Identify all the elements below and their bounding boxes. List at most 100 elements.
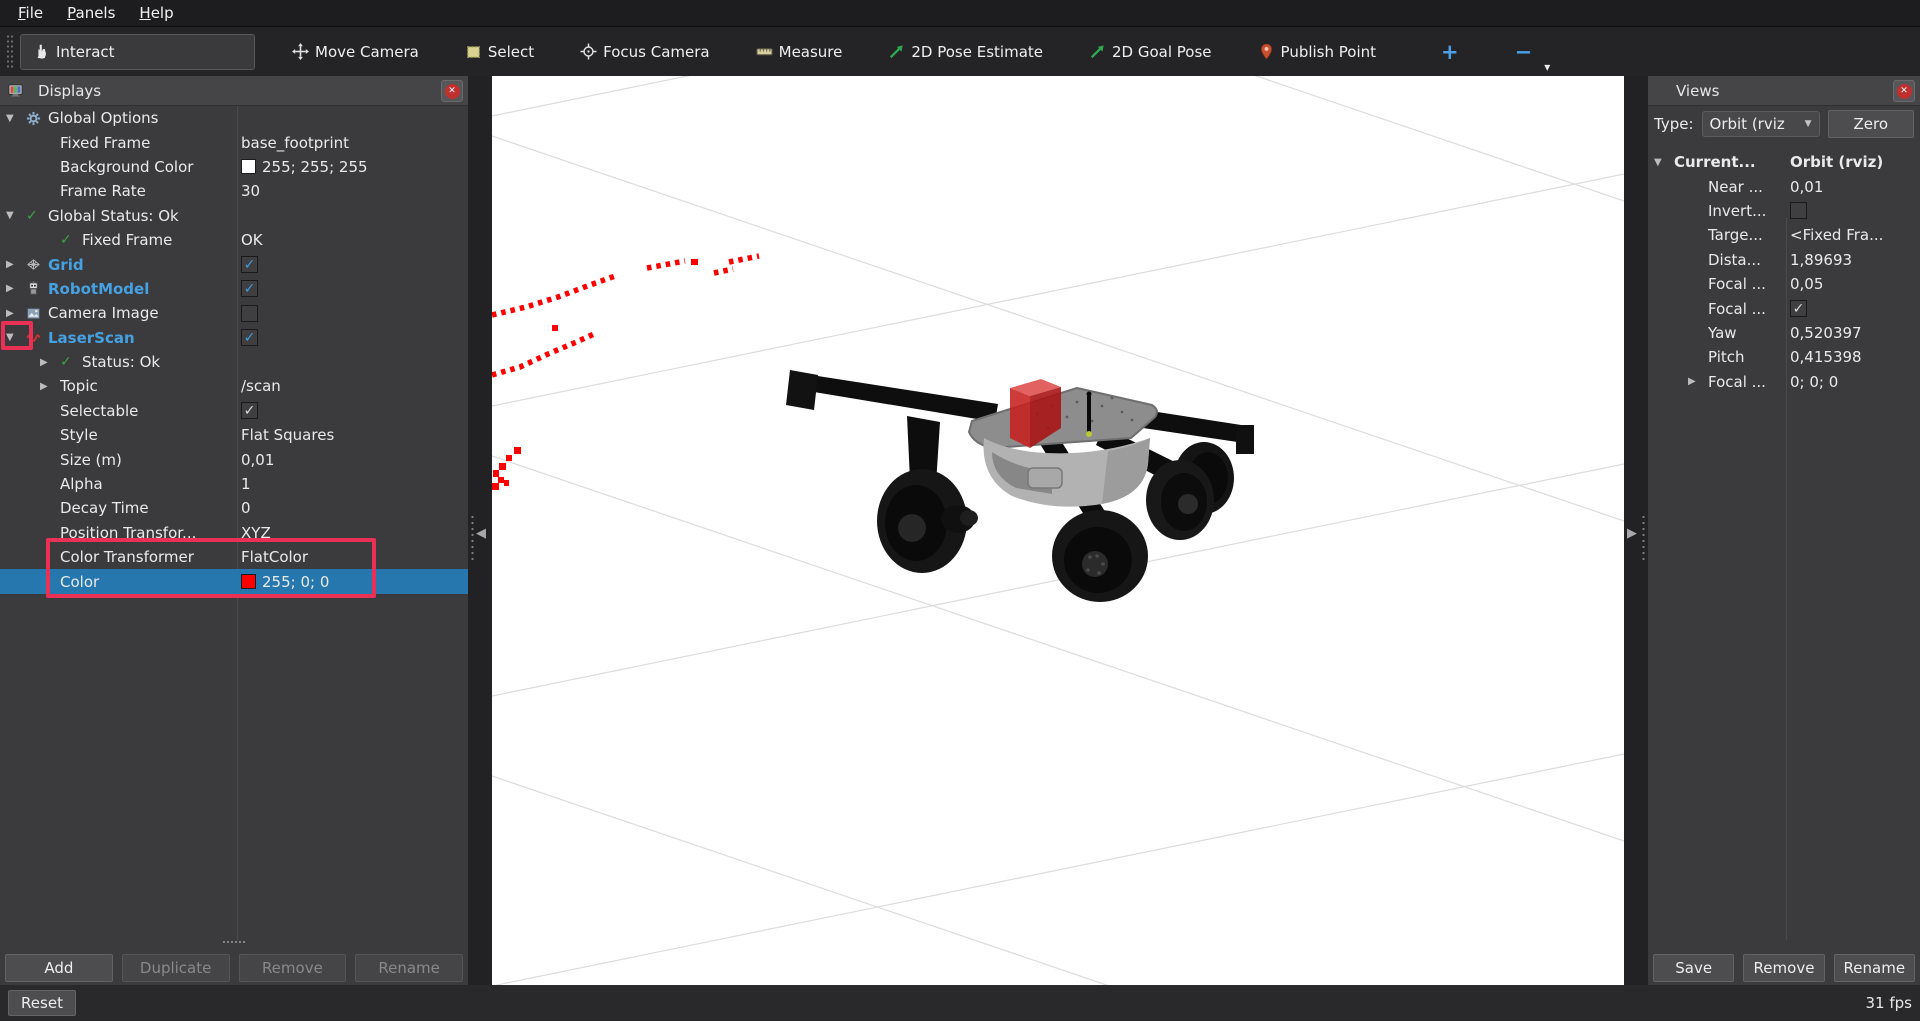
toolbar-drag-handle[interactable]	[6, 34, 14, 70]
menu-file[interactable]: File	[8, 2, 53, 24]
right-splitter[interactable]: ▶	[1624, 76, 1648, 985]
checkbox[interactable]	[241, 305, 258, 322]
collapse-arrow-icon[interactable]: ▶	[6, 259, 26, 270]
displays-duplicate-button: Duplicate	[122, 954, 230, 982]
checkbox[interactable]: ✓	[241, 402, 258, 419]
views-row-pitch[interactable]: Pitch0,415398	[1648, 345, 1920, 369]
zero-button[interactable]: Zero	[1828, 110, 1914, 138]
green-arrow-icon	[888, 43, 905, 60]
property-value: 0,415398	[1790, 348, 1862, 366]
displays-row-color-transformer[interactable]: Color TransformerFlatColor	[0, 545, 468, 569]
views-row-invert-z-axis[interactable]: Invert...	[1648, 199, 1920, 223]
property-value-cell: 30	[237, 182, 468, 200]
property-value: Orbit (rviz)	[1790, 153, 1883, 171]
displays-row-size-m[interactable]: Size (m)0,01	[0, 447, 468, 471]
displays-row-global-status[interactable]: ▼✓Global Status: Ok	[0, 204, 468, 228]
3d-viewport[interactable]	[492, 76, 1624, 985]
views-close-button[interactable]: ✕	[1893, 80, 1915, 102]
expand-arrow-icon[interactable]: ▼	[6, 210, 26, 221]
rviz-window: FilePanelsHelp Interact Move Camera Select…	[0, 0, 1920, 1021]
displays-row-color[interactable]: Color255; 0; 0	[0, 569, 468, 593]
displays-close-button[interactable]: ✕	[441, 80, 463, 102]
displays-row-frame-rate[interactable]: Frame Rate30	[0, 179, 468, 203]
grid-icon	[26, 257, 48, 272]
property-value: 0,01	[1790, 178, 1823, 196]
displays-row-background-color[interactable]: Background Color255; 255; 255	[0, 155, 468, 179]
select-icon	[465, 43, 482, 60]
displays-resize-handle[interactable]	[222, 940, 246, 945]
collapse-arrow-icon[interactable]: ▶	[40, 357, 60, 368]
reset-button[interactable]: Reset	[8, 990, 76, 1016]
displays-row-alpha[interactable]: Alpha1	[0, 472, 468, 496]
property-value-cell: ✓	[237, 329, 468, 346]
tool-focus-camera[interactable]: Focus Camera	[567, 34, 722, 70]
property-value: 0,520397	[1790, 324, 1862, 342]
tool-label: Select	[488, 43, 534, 61]
tool-2d-pose-estimate[interactable]: 2D Pose Estimate	[875, 34, 1056, 70]
displays-row-global-options[interactable]: ▼ Global Options	[0, 106, 468, 130]
collapse-arrow-icon[interactable]: ▶	[6, 308, 26, 319]
views-row-focal-shape-size[interactable]: Focal ...0,05	[1648, 272, 1920, 296]
checkbox[interactable]	[1790, 202, 1807, 219]
views-row-focal-point[interactable]: ▶Focal ...0; 0; 0	[1648, 370, 1920, 394]
color-swatch[interactable]	[241, 159, 256, 174]
views-row-target-frame[interactable]: Targe...<Fixed Fra...	[1648, 223, 1920, 247]
property-value: OK	[241, 231, 263, 249]
splitter-grip[interactable]	[1641, 514, 1646, 562]
menu-panels[interactable]: Panels	[57, 2, 125, 24]
collapse-arrow-icon[interactable]: ▶	[6, 283, 26, 294]
displays-row-selectable[interactable]: Selectable✓	[0, 399, 468, 423]
views-remove-button[interactable]: Remove	[1743, 954, 1824, 982]
tool-move-camera[interactable]: Move Camera	[279, 34, 432, 70]
displays-row-style[interactable]: StyleFlat Squares	[0, 423, 468, 447]
tool-2d-goal-pose[interactable]: 2D Goal Pose	[1076, 34, 1225, 70]
displays-row-fixed-frame[interactable]: Fixed Framebase_footprint	[0, 130, 468, 154]
tool-select[interactable]: Select	[452, 34, 547, 70]
displays-row-laser-status[interactable]: ▶✓Status: Ok	[0, 350, 468, 374]
splitter-grip[interactable]	[470, 514, 475, 562]
views-row-yaw[interactable]: Yaw0,520397	[1648, 321, 1920, 345]
displays-row-fixed-frame-status[interactable]: ✓Fixed FrameOK	[0, 228, 468, 252]
displays-row-decay-time[interactable]: Decay Time0	[0, 496, 468, 520]
property-label: Global Options	[48, 109, 159, 127]
add-tool-button[interactable]: +	[1431, 40, 1469, 64]
views-row-distance[interactable]: Dista...1,89693	[1648, 248, 1920, 272]
expand-arrow-icon[interactable]: ▼	[6, 332, 26, 343]
remove-tool-button[interactable]: −	[1505, 40, 1543, 64]
expand-arrow-icon[interactable]: ▼	[6, 113, 26, 124]
displays-row-camera-image[interactable]: ▶Camera Image	[0, 301, 468, 325]
collapse-arrow-icon[interactable]: ▶	[1688, 376, 1708, 387]
property-label: Focal ...	[1708, 300, 1766, 318]
checkbox[interactable]: ✓	[241, 280, 258, 297]
displays-row-grid[interactable]: ▶Grid✓	[0, 252, 468, 276]
displays-add-button[interactable]: Add	[5, 954, 113, 982]
displays-row-position-transformer[interactable]: Position Transfor...XYZ	[0, 521, 468, 545]
views-rename-button[interactable]: Rename	[1834, 954, 1915, 982]
views-row-focal-shape-fixed[interactable]: Focal ... ✓	[1648, 296, 1920, 320]
menu-help[interactable]: Help	[129, 2, 183, 24]
toolbar-overflow-arrow[interactable]: ▾	[1544, 60, 1550, 76]
property-label: Fixed Frame	[60, 134, 150, 152]
expand-arrow-icon[interactable]: ▼	[1654, 157, 1674, 168]
displays-row-robot-model[interactable]: ▶RobotModel✓	[0, 277, 468, 301]
tool-label: Publish Point	[1281, 43, 1376, 61]
collapse-left-icon[interactable]: ◀	[476, 526, 486, 541]
checkbox[interactable]: ✓	[241, 256, 258, 273]
displays-row-laser-scan[interactable]: ▼LaserScan✓	[0, 326, 468, 350]
property-value: XYZ	[241, 524, 271, 542]
checkbox[interactable]: ✓	[1790, 300, 1807, 317]
displays-row-topic[interactable]: ▶Topic/scan	[0, 374, 468, 398]
views-save-button[interactable]: Save	[1653, 954, 1734, 982]
tool-interact[interactable]: Interact	[20, 34, 255, 70]
collapse-right-icon[interactable]: ▶	[1627, 526, 1637, 541]
property-value: 30	[241, 182, 260, 200]
tool-measure[interactable]: Measure	[743, 34, 856, 70]
view-type-dropdown[interactable]: Orbit (rviz ▼	[1702, 111, 1820, 137]
checkbox[interactable]: ✓	[241, 329, 258, 346]
collapse-arrow-icon[interactable]: ▶	[40, 381, 60, 392]
views-row-near-clip[interactable]: Near ...0,01	[1648, 174, 1920, 198]
left-splitter[interactable]: ◀	[468, 76, 492, 985]
color-swatch[interactable]	[241, 574, 256, 589]
views-row-current-view[interactable]: ▼Current...Orbit (rviz)	[1648, 150, 1920, 174]
tool-publish-point[interactable]: Publish Point	[1245, 34, 1389, 70]
